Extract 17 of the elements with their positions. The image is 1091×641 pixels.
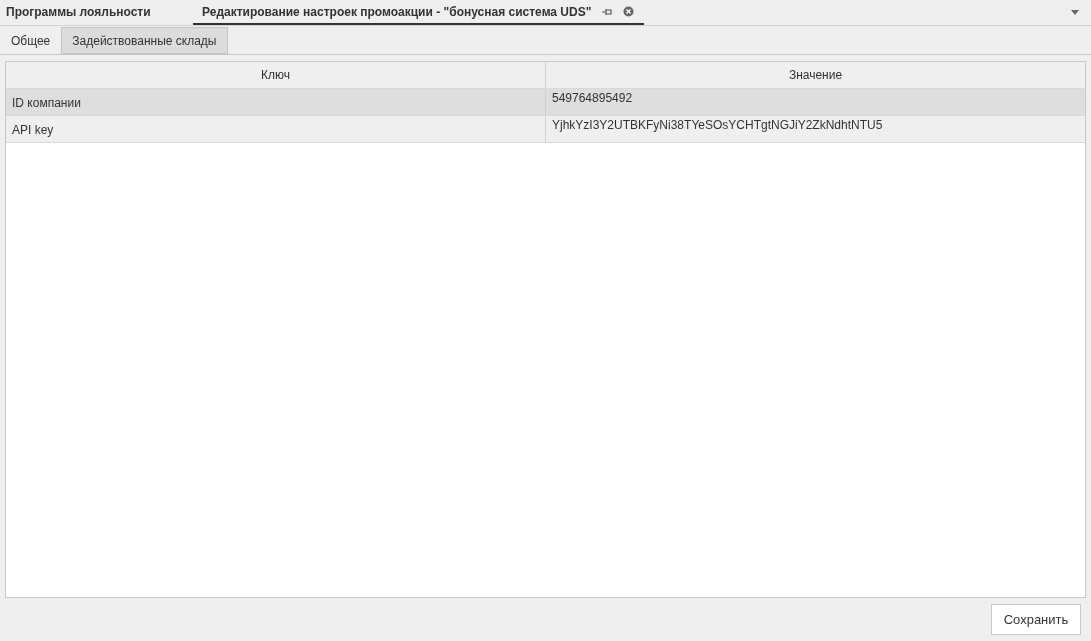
tab-label: Редактирование настроек промоакции - "бонусная система UDS" — [202, 4, 592, 19]
save-button[interactable]: Сохранить — [991, 604, 1081, 635]
document-tab[interactable]: Редактирование настроек промоакции - "бонусная система UDS" — [193, 0, 645, 25]
column-header[interactable]: Значение — [546, 62, 1085, 88]
table-cell: ID компании — [6, 89, 546, 115]
tab[interactable]: Задействованные склады — [61, 27, 228, 54]
table-row[interactable]: ID компании 549764895492 — [6, 89, 1085, 116]
caret-icon[interactable] — [1071, 10, 1079, 15]
table-cell-text: YjhkYzI3Y2UTBKFyNi38TYeSOsYCHTgtNGJiY2ZkNdhtNTU5 — [551, 117, 884, 134]
column-header[interactable]: Ключ — [6, 62, 546, 88]
table-cell: API key — [6, 116, 546, 142]
document-tab[interactable]: Программы лояльности — [6, 0, 166, 25]
table-cell-text: 549764895492 — [551, 90, 634, 107]
tab-label: Программы лояльности — [6, 4, 151, 19]
table-row[interactable]: API key YjhkYzI3Y2UTBKFyNi38TYeSOsYCHTgtNGJiY2ZkNdhtNTU5 — [6, 116, 1085, 143]
close-icon[interactable] — [623, 6, 635, 17]
pin-icon[interactable] — [601, 6, 614, 17]
